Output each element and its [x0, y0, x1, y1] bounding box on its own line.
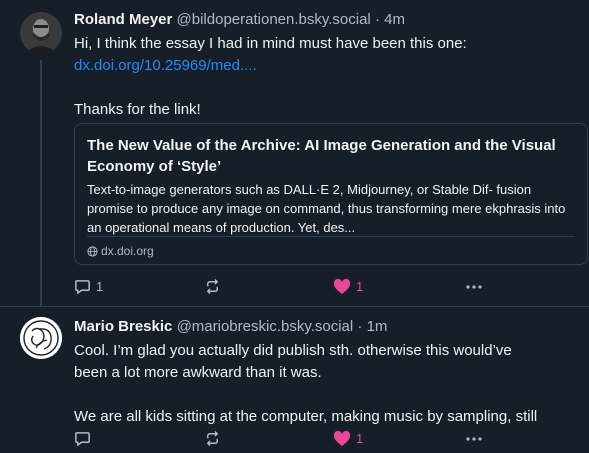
separator: · — [357, 318, 363, 335]
post-text-line: been a lot more awkward than it was. — [74, 364, 322, 381]
like-button[interactable]: 1 — [333, 276, 363, 296]
card-description: Text-to-image generators such as DALL·E … — [87, 182, 566, 235]
author-name[interactable]: Mario Breskic — [74, 318, 172, 335]
post-actions: 1 — [74, 428, 574, 448]
post-text-line: We are all kids sitting at the computer,… — [74, 408, 538, 425]
author-handle[interactable]: @mariobreskic.bsky.social — [177, 318, 354, 335]
ellipsis-icon — [466, 436, 482, 441]
post-actions: 1 1 — [74, 276, 574, 296]
post-header: Roland Meyer @bildoperationen.bsky.socia… — [74, 10, 405, 30]
repost-button[interactable] — [204, 428, 226, 448]
author-name[interactable]: Roland Meyer — [74, 11, 172, 28]
card-title: The New Value of the Archive: AI Image G… — [87, 137, 556, 175]
heart-icon — [333, 430, 351, 446]
post-time[interactable]: 4m — [384, 11, 405, 28]
reply-count: 1 — [96, 278, 104, 294]
heart-icon — [333, 278, 351, 294]
like-count: 1 — [356, 430, 364, 446]
author-handle[interactable]: @bildoperationen.bsky.social — [177, 11, 371, 28]
thread-line — [40, 60, 42, 306]
like-button[interactable]: 1 — [333, 428, 363, 448]
post-text-line: Cool. I’m glad you actually did publish … — [74, 342, 512, 359]
speech-bubble-icon — [75, 279, 90, 294]
speech-bubble-icon — [75, 431, 90, 446]
ellipsis-icon — [466, 284, 482, 289]
globe-icon — [87, 245, 98, 257]
post-roland-meyer[interactable]: Roland Meyer @bildoperationen.bsky.socia… — [0, 0, 589, 306]
card-divider — [87, 236, 575, 237]
avatar[interactable] — [20, 12, 62, 54]
link-card[interactable]: The New Value of the Archive: AI Image G… — [74, 123, 588, 265]
post-text: Cool. I’m glad you actually did publish … — [74, 340, 574, 428]
card-source: dx.doi.org — [87, 243, 154, 259]
repost-arrows-icon — [207, 278, 218, 294]
repost-arrows-icon — [207, 430, 218, 446]
like-count: 1 — [356, 278, 364, 294]
more-options-button[interactable] — [464, 276, 484, 296]
post-text-line: Hi, I think the essay I had in mind must… — [74, 35, 467, 52]
more-options-button[interactable] — [464, 428, 484, 448]
post-time[interactable]: 1m — [367, 318, 388, 335]
reply-button[interactable]: 1 — [74, 276, 103, 296]
repost-button[interactable] — [204, 276, 226, 296]
post-mario-breskic[interactable]: Mario Breskic @mariobreskic.bsky.social … — [0, 306, 589, 453]
separator: · — [374, 11, 380, 28]
reply-button[interactable] — [74, 428, 96, 448]
post-header: Mario Breskic @mariobreskic.bsky.social … — [74, 317, 387, 337]
post-text: Hi, I think the essay I had in mind must… — [74, 33, 574, 121]
card-source-domain: dx.doi.org — [101, 244, 154, 258]
post-text-line: Thanks for the link! — [74, 101, 201, 118]
doi-link[interactable]: dx.doi.org/10.25969/med.... — [74, 57, 257, 74]
avatar[interactable] — [20, 317, 62, 359]
